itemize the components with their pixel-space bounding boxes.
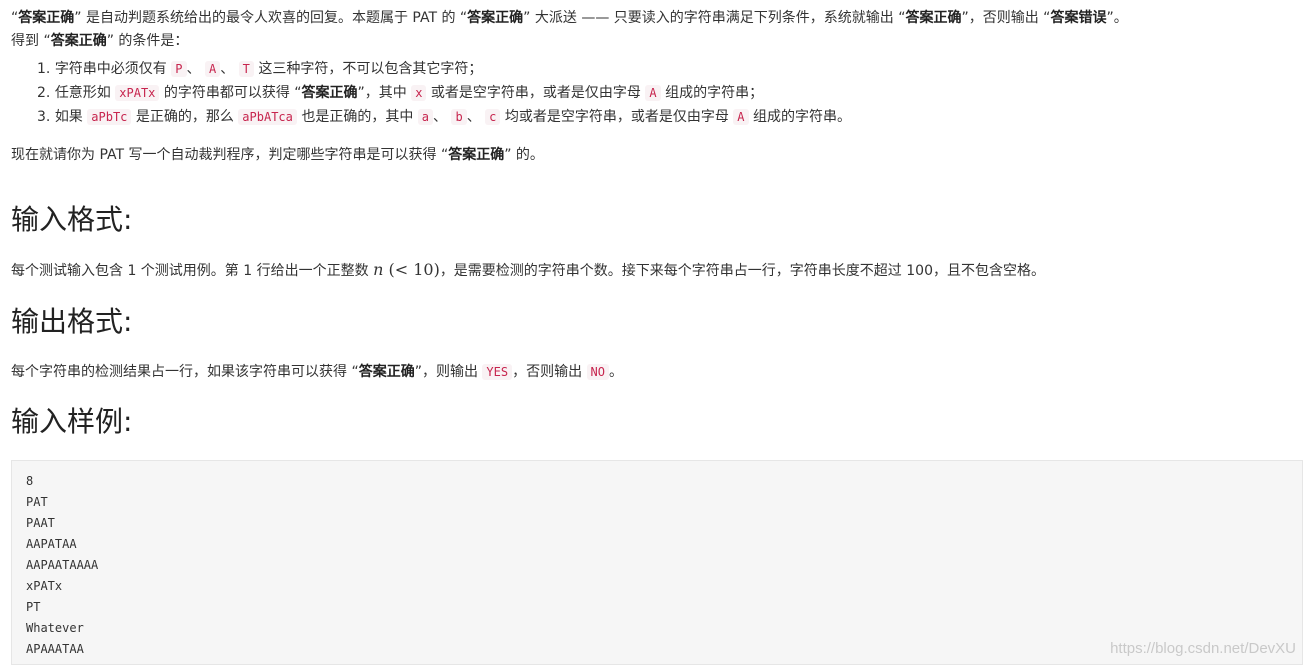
inline-code: P <box>171 61 187 77</box>
intro-paragraph: “答案正确” 是自动判题系统给出的最令人欢喜的回复。本题属于 PAT 的 “答案… <box>11 0 1303 28</box>
condition-text: 任意形如 <box>54 85 116 101</box>
task-bold: 答案正确 <box>448 147 505 163</box>
inline-code: b <box>451 109 467 125</box>
condition-bold: 答案正确 <box>301 85 358 101</box>
condition-text: 是正确的，那么 <box>131 109 239 125</box>
condition-number: 3. <box>37 109 51 125</box>
inline-code: aPbTc <box>87 109 132 125</box>
condition-text: 这三种字符，不可以包含其它字符； <box>253 61 483 77</box>
sample-input-block[interactable]: 8 PAT PAAT AAPATAA AAPAATAAAA xPATx PT Whatever… <box>11 460 1303 665</box>
problem-statement: “答案正确” 是自动判题系统给出的最令人欢喜的回复。本题属于 PAT 的 “答案… <box>11 0 1303 665</box>
condition-text: 、 <box>220 61 239 77</box>
condition-text: 字符串中必须仅有 <box>54 61 172 77</box>
condition-text: 、 <box>466 109 486 125</box>
inline-code: T <box>238 61 254 77</box>
inline-code: A <box>645 85 661 101</box>
sample-line: xPATx <box>26 579 63 593</box>
inline-code: aPbATca <box>238 109 297 125</box>
watermark: https://blog.csdn.net/DevXU <box>1110 640 1296 657</box>
sample-input-heading: 输入样例: <box>11 405 133 438</box>
intro-bold: 答案错误 <box>1050 10 1107 26</box>
conditions-list: 1. 字符串中必须仅有 P、 A、 T 这三种字符，不可以包含其它字符； 2. … <box>11 57 1303 129</box>
inline-code: A <box>733 109 749 125</box>
sample-line: Whatever <box>26 621 84 635</box>
condition-item: 3. 如果 aPbTc 是正确的，那么 aPbATca 也是正确的，其中 a、 … <box>37 105 1303 129</box>
condition-text: 的字符串都可以获得 “ <box>159 85 302 101</box>
intro-text: ” 大派送 —— 只要读入的字符串满足下列条件，系统就输出 “ <box>523 10 906 26</box>
inline-code: YES <box>482 364 513 380</box>
condition-text: ”，其中 <box>357 85 412 101</box>
input-format-text: 每个测试输入包含 1 个测试用例。第 1 行给出一个正整数 <box>11 263 374 279</box>
conditions-title-bold: 答案正确 <box>50 33 107 49</box>
condition-text: 或者是空字符串，或者是仅由字母 <box>426 85 646 101</box>
output-format-text: ”，则输出 <box>414 364 483 380</box>
output-format-text: ，否则输出 <box>512 364 587 380</box>
output-format-bold: 答案正确 <box>358 364 415 380</box>
inline-code: c <box>485 109 501 125</box>
condition-text: 也是正确的，其中 <box>296 109 418 125</box>
sample-line: PT <box>26 600 41 614</box>
input-format-text: ，是需要检测的字符串个数。接下来每个字符串占一行，字符串长度不超过 100，且不… <box>439 263 1045 279</box>
condition-number: 1. <box>37 61 51 77</box>
condition-text: 均或者是空字符串，或者是仅由字母 <box>500 109 734 125</box>
conditions-title-text: ” 的条件是： <box>106 33 189 49</box>
condition-number: 2. <box>37 85 51 101</box>
inline-code: xPATx <box>115 85 160 101</box>
inline-code: a <box>417 109 434 125</box>
output-format-heading: 输出格式: <box>11 305 133 338</box>
sample-line: AAPATAA <box>26 537 77 551</box>
task-text: ” 的。 <box>504 147 544 163</box>
math-variable: n <box>373 260 384 279</box>
condition-text: 如果 <box>54 109 88 125</box>
output-format-text: 每个字符串的检测结果占一行，如果该字符串可以获得 “ <box>11 364 359 380</box>
condition-text: 组成的字符串； <box>660 85 764 101</box>
sample-line: AAPAATAAAA <box>26 558 99 572</box>
output-format-paragraph: 每个字符串的检测结果占一行，如果该字符串可以获得 “答案正确”，则输出 YES，… <box>11 362 623 382</box>
input-format-heading: 输入格式: <box>11 203 133 236</box>
condition-text: 、 <box>433 109 452 125</box>
sample-line: PAT <box>26 495 48 509</box>
task-paragraph: 现在就请你为 PAT 写一个自动裁判程序，判定哪些字符串是可以获得 “答案正确”… <box>11 145 1303 165</box>
sample-line: APAAATAA <box>26 642 84 656</box>
intro-bold: 答案正确 <box>905 10 962 26</box>
intro-bold: 答案正确 <box>467 10 524 26</box>
intro-text: ” 是自动判题系统给出的最令人欢喜的回复。本题属于 PAT 的 “ <box>74 10 468 26</box>
inline-code: x <box>411 85 427 101</box>
inline-code: A <box>204 61 221 77</box>
condition-text: 组成的字符串。 <box>748 109 851 125</box>
intro-text: ”。 <box>1106 10 1128 26</box>
condition-item: 1. 字符串中必须仅有 P、 A、 T 这三种字符，不可以包含其它字符； <box>37 57 1303 81</box>
inline-code: NO <box>586 364 609 380</box>
intro-bold: 答案正确 <box>18 10 75 26</box>
math-expression: n (< 10) <box>373 260 440 279</box>
sample-line: 8 <box>26 474 34 488</box>
math-bound: (< 10) <box>383 260 440 279</box>
conditions-title-text: 得到 “ <box>11 33 51 49</box>
intro-text: ”，否则输出 “ <box>961 10 1051 26</box>
condition-item: 2. 任意形如 xPATx 的字符串都可以获得 “答案正确”，其中 x 或者是空… <box>37 81 1303 105</box>
sample-line: PAAT <box>26 516 55 530</box>
input-format-paragraph: 每个测试输入包含 1 个测试用例。第 1 行给出一个正整数 n (< 10)，是… <box>11 260 1045 281</box>
task-text: 现在就请你为 PAT 写一个自动裁判程序，判定哪些字符串是可以获得 “ <box>11 147 449 163</box>
condition-text: 、 <box>186 61 205 77</box>
output-format-text: 。 <box>609 364 623 380</box>
conditions-title: 得到 “答案正确” 的条件是： <box>11 31 1303 51</box>
